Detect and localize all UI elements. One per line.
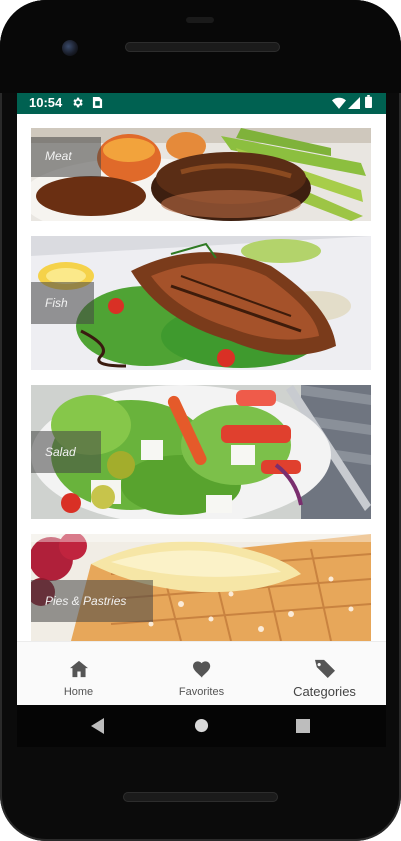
home-circle-icon[interactable] (194, 718, 209, 738)
top-speaker-grille (125, 42, 280, 52)
home-icon (69, 660, 89, 683)
category-card-meat[interactable]: Meat (31, 128, 371, 221)
app-screen: 10:54 Meat Fish Salad Pies & Pastries Ho… (17, 93, 386, 705)
nav-label-favorites: Favorites (178, 686, 225, 698)
earpiece (186, 17, 214, 23)
settings-gear-icon (71, 96, 84, 114)
nav-label-home: Home (63, 686, 94, 698)
system-navigation-bar (17, 705, 386, 747)
bottom-speaker-grille (123, 792, 278, 802)
recents-square-icon[interactable] (296, 719, 310, 738)
category-list[interactable]: Meat Fish Salad Pies & Pastries (17, 114, 386, 641)
nav-item-categories[interactable]: Categories (263, 642, 386, 705)
wifi-icon (332, 96, 346, 114)
nav-item-home[interactable]: Home (17, 642, 140, 705)
category-card-pies-pastries[interactable]: Pies & Pastries (31, 534, 371, 641)
signal-icon (348, 96, 360, 114)
tag-icon (314, 658, 336, 683)
heart-icon (192, 660, 212, 683)
category-label-meat: Meat (31, 137, 101, 177)
battery-icon (365, 95, 372, 113)
nav-item-favorites[interactable]: Favorites (140, 642, 263, 705)
status-bar: 10:54 (17, 93, 386, 114)
category-label-salad: Salad (31, 431, 101, 473)
nav-label-categories: Categories (293, 684, 356, 699)
category-label-fish: Fish (31, 282, 94, 324)
phone-frame: 10:54 Meat Fish Salad Pies & Pastries Ho… (0, 0, 401, 841)
status-time: 10:54 (29, 95, 63, 110)
category-label-pies-pastries: Pies & Pastries (31, 580, 153, 622)
category-card-salad[interactable]: Salad (31, 385, 371, 519)
back-icon[interactable] (91, 718, 105, 739)
bottom-navigation: Home Favorites Categories (17, 641, 386, 705)
category-card-fish[interactable]: Fish (31, 236, 371, 370)
front-camera (62, 40, 78, 56)
sim-card-icon (92, 96, 103, 114)
